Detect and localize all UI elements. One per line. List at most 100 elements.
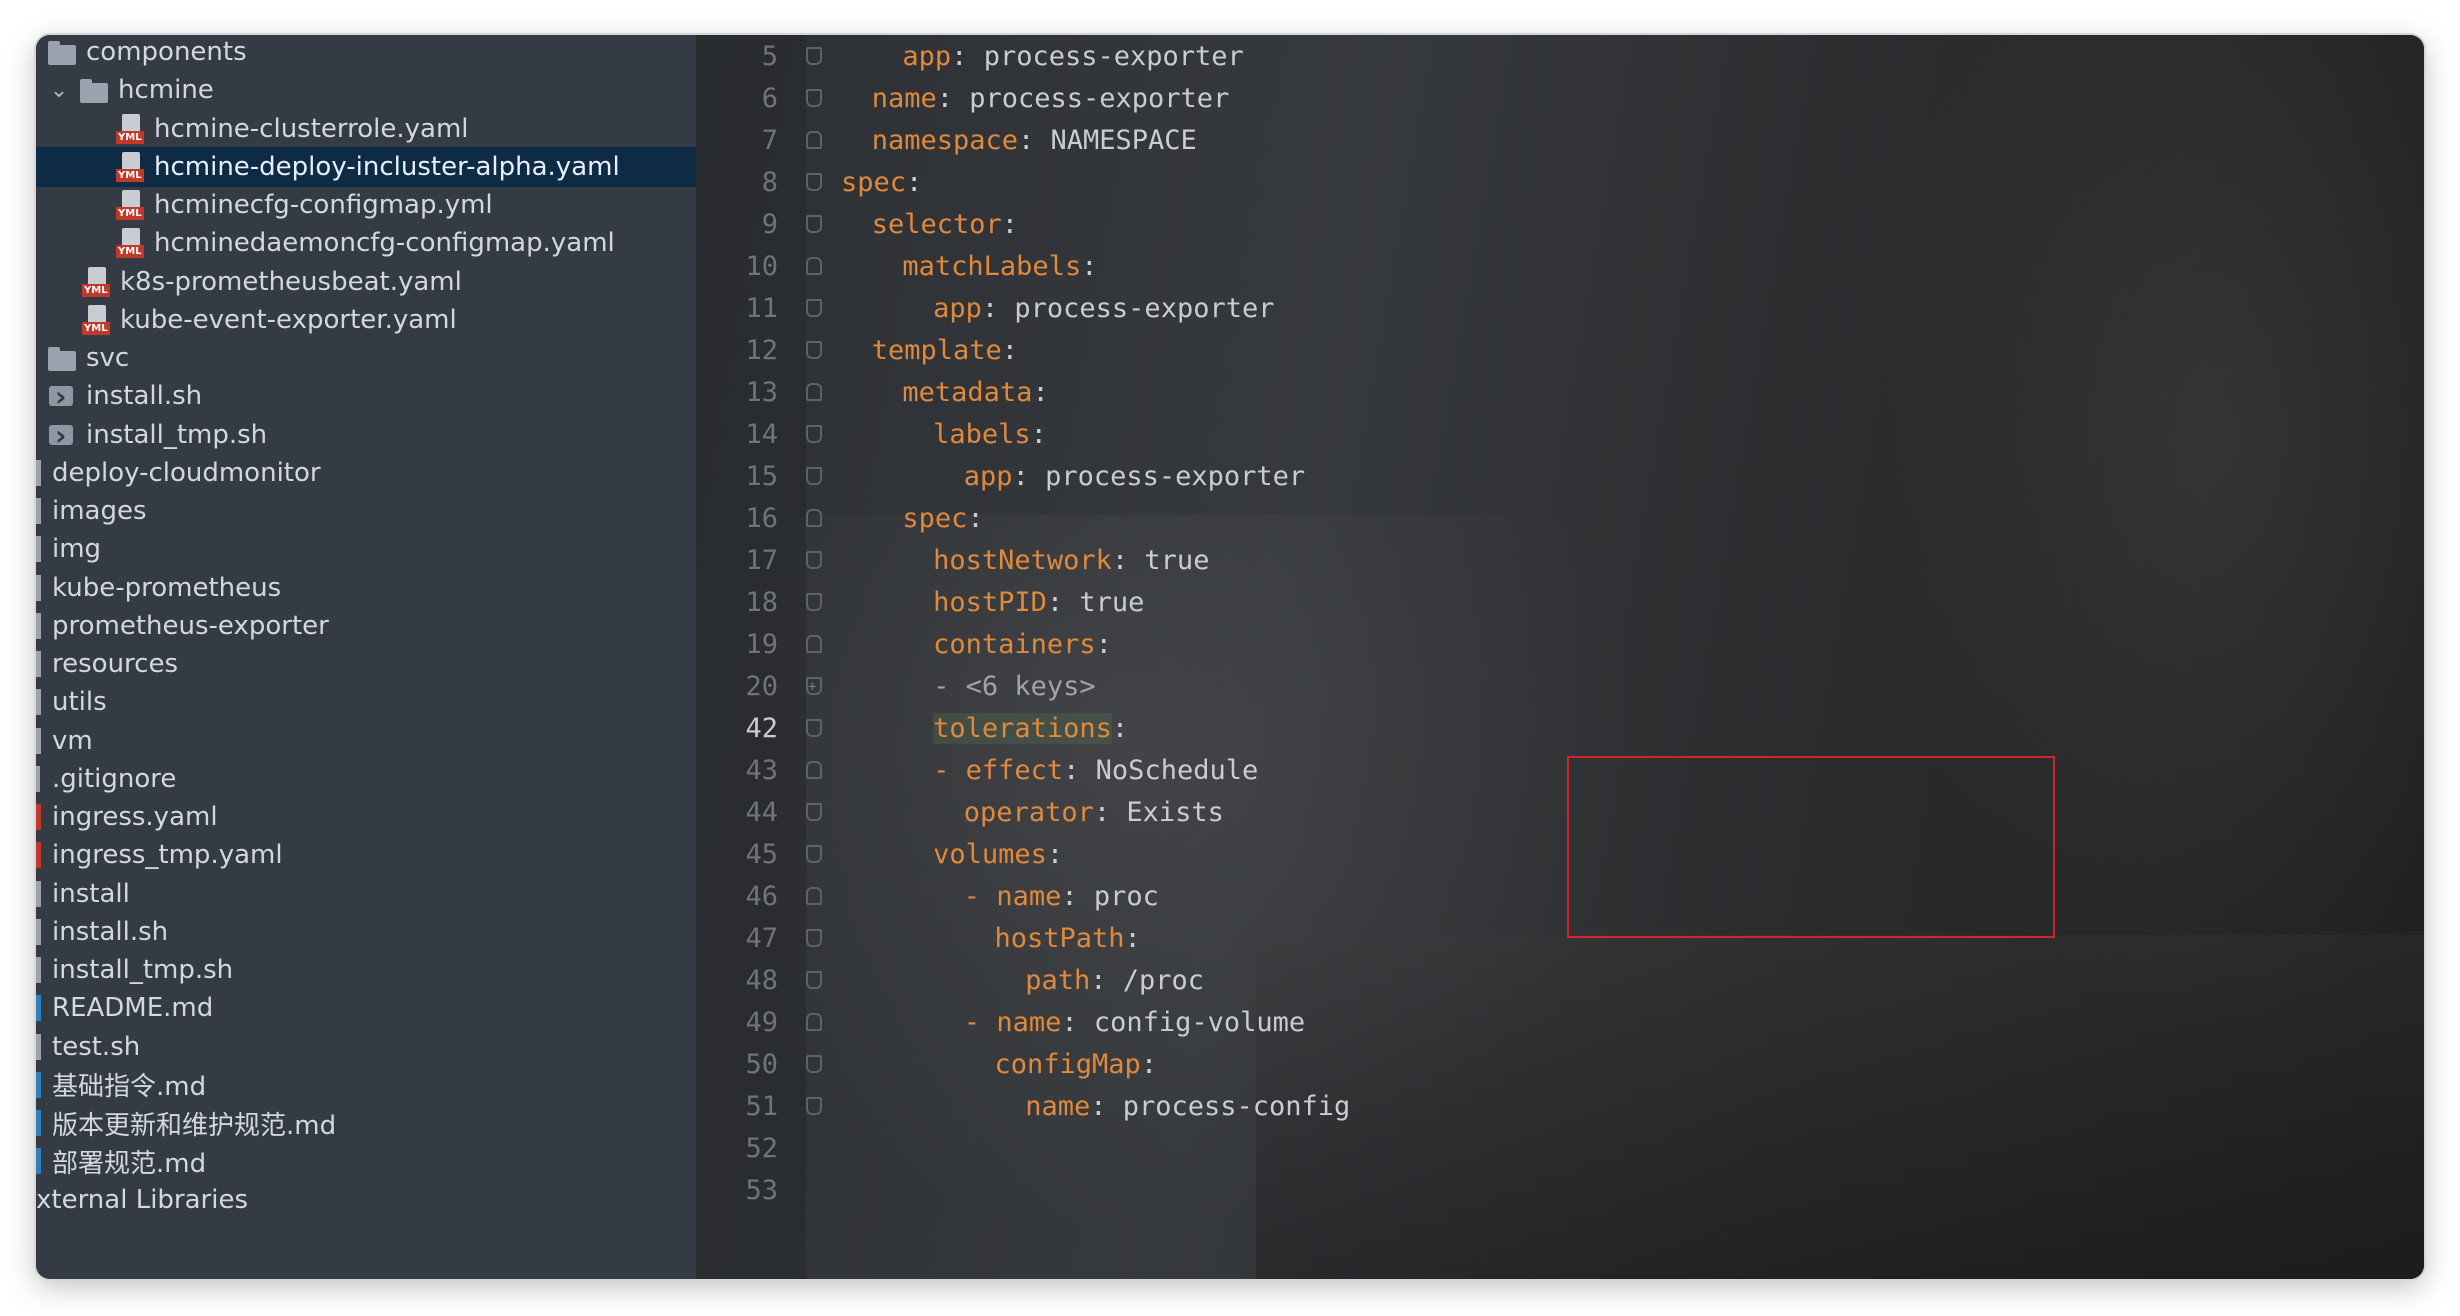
folded-region[interactable]: - <6 keys>	[933, 671, 1096, 702]
fold-marker-icon[interactable]	[806, 929, 822, 947]
code-line[interactable]: 12 template:	[696, 329, 2424, 373]
yaml-value: Exists	[1126, 797, 1224, 828]
code-line[interactable]: 6 name: process-exporter	[696, 77, 2424, 121]
fold-marker-icon[interactable]	[806, 509, 822, 527]
tree-item[interactable]: ⌄ hcmine	[36, 70, 696, 110]
fold-marker-icon[interactable]	[806, 1097, 822, 1115]
tree-item[interactable]: kube-event-exporter.yaml	[36, 300, 696, 340]
fold-marker-icon[interactable]	[806, 803, 822, 821]
tree-item[interactable]: prometheus-exporter	[36, 606, 696, 646]
tree-item[interactable]: images	[36, 491, 696, 531]
code-line[interactable]: 7 namespace: NAMESPACE	[696, 119, 2424, 163]
fold-expand-icon[interactable]	[806, 665, 822, 709]
fold-marker-icon[interactable]	[806, 215, 822, 233]
fold-marker-icon[interactable]	[806, 1055, 822, 1073]
code-line[interactable]: 11 app: process-exporter	[696, 287, 2424, 331]
code-line[interactable]: 44 operator: Exists	[696, 791, 2424, 835]
fold-marker-icon[interactable]	[806, 299, 822, 317]
tree-item[interactable]: img	[36, 529, 696, 569]
code-line[interactable]: 17 hostNetwork: true	[696, 539, 2424, 583]
tree-item[interactable]: install_tmp.sh	[36, 415, 696, 455]
code-line[interactable]: 46 - name: proc	[696, 875, 2424, 919]
code-line[interactable]: 43 - effect: NoSchedule	[696, 749, 2424, 793]
fold-marker-icon[interactable]	[806, 887, 822, 905]
code-line[interactable]: 18 hostPID: true	[696, 581, 2424, 625]
chevron-down-icon[interactable]: ⌄	[46, 77, 72, 103]
tree-item[interactable]: .gitignore	[36, 759, 696, 799]
code-line[interactable]: 51 name: process-config	[696, 1085, 2424, 1129]
yaml-key: selector	[871, 209, 1002, 240]
code-line[interactable]: 14 labels:	[696, 413, 2424, 457]
tree-item[interactable]: kube-prometheus	[36, 568, 696, 608]
code-line[interactable]: 19 containers:	[696, 623, 2424, 667]
yaml-value: true	[1079, 587, 1145, 618]
fold-marker-icon[interactable]	[806, 593, 822, 611]
tree-item[interactable]: hcmine-deploy-incluster-alpha.yaml	[36, 146, 696, 187]
code-text: hostPID: true	[933, 581, 1144, 625]
tree-item[interactable]: xternal Libraries	[36, 1180, 696, 1220]
code-line[interactable]: 13 metadata:	[696, 371, 2424, 415]
code-line[interactable]: 5 app: process-exporter	[696, 35, 2424, 79]
tree-item[interactable]: hcmine-clusterrole.yaml	[36, 109, 696, 149]
fold-marker-icon[interactable]	[806, 173, 822, 191]
code-line[interactable]: 49 - name: config-volume	[696, 1001, 2424, 1045]
code-line[interactable]: 9 selector:	[696, 203, 2424, 247]
code-text: containers:	[933, 623, 1112, 667]
project-tree[interactable]: components ⌄ hcmine hcmine-clusterrole.yaml…	[36, 35, 696, 1279]
code-line[interactable]: 47 hostPath:	[696, 917, 2424, 961]
tree-item[interactable]: components	[36, 35, 696, 72]
tree-item[interactable]: install_tmp.sh	[36, 950, 696, 990]
code-line[interactable]: 50 configMap:	[696, 1043, 2424, 1087]
tree-item[interactable]: 版本更新和维护规范.md	[36, 1103, 696, 1143]
code-line[interactable]: 20 - <6 keys>	[696, 665, 2424, 709]
tree-item[interactable]: ingress_tmp.yaml	[36, 835, 696, 875]
folder-bar-icon	[36, 649, 42, 679]
fold-marker-icon[interactable]	[806, 341, 822, 359]
fold-marker-icon[interactable]	[806, 971, 822, 989]
tree-item[interactable]: README.md	[36, 988, 696, 1028]
tree-item[interactable]: test.sh	[36, 1027, 696, 1067]
line-number: 6	[761, 83, 778, 114]
code-line[interactable]: 52	[696, 1127, 2424, 1171]
fold-marker-icon[interactable]	[806, 89, 822, 107]
fold-marker-icon[interactable]	[806, 845, 822, 863]
fold-marker-icon[interactable]	[806, 551, 822, 569]
fold-marker-icon[interactable]	[806, 383, 822, 401]
fold-marker-icon[interactable]	[806, 257, 822, 275]
fold-marker-icon[interactable]	[806, 1013, 822, 1031]
fold-marker-icon[interactable]	[806, 635, 822, 653]
code-line[interactable]: 15 app: process-exporter	[696, 455, 2424, 499]
tree-item[interactable]: svc	[36, 338, 696, 378]
shell-bar-icon	[36, 917, 42, 947]
code-line[interactable]: 53	[696, 1169, 2424, 1213]
code-line[interactable]: 8 spec:	[696, 161, 2424, 205]
tree-item-label: install.sh	[52, 916, 169, 947]
tree-item[interactable]: install.sh	[36, 912, 696, 952]
tree-item[interactable]: deploy-cloudmonitor	[36, 453, 696, 493]
code-editor[interactable]: 5 app: process-exporter 6 name: process-exp…	[696, 35, 2424, 1279]
tree-item[interactable]: k8s-prometheusbeat.yaml	[36, 262, 696, 302]
tree-item[interactable]: install	[36, 874, 696, 914]
fold-marker-icon[interactable]	[806, 719, 822, 737]
code-line[interactable]: 48 path: /proc	[696, 959, 2424, 1003]
tree-item[interactable]: hcminecfg-configmap.yml	[36, 185, 696, 225]
fold-marker-icon[interactable]	[806, 467, 822, 485]
code-line[interactable]: 10 matchLabels:	[696, 245, 2424, 289]
tree-item[interactable]: utils	[36, 682, 696, 722]
tree-item[interactable]: hcminedaemoncfg-configmap.yaml	[36, 223, 696, 263]
tree-item[interactable]: ingress.yaml	[36, 797, 696, 837]
tree-item[interactable]: 部署规范.md	[36, 1141, 696, 1181]
fold-marker-icon[interactable]	[806, 47, 822, 65]
code-line[interactable]: 16 spec:	[696, 497, 2424, 541]
code-line[interactable]: 45 volumes:	[696, 833, 2424, 877]
fold-marker-icon[interactable]	[806, 425, 822, 443]
yaml-key: matchLabels	[902, 251, 1082, 282]
fold-marker-icon[interactable]	[806, 131, 822, 149]
tree-item[interactable]: vm	[36, 721, 696, 761]
tree-item[interactable]: resources	[36, 644, 696, 684]
fold-marker-icon[interactable]	[806, 761, 822, 779]
gitignore-icon	[36, 764, 42, 794]
code-line[interactable]: 42 tolerations:	[696, 707, 2424, 751]
tree-item[interactable]: install.sh	[36, 376, 696, 416]
tree-item[interactable]: 基础指令.md	[36, 1065, 696, 1105]
